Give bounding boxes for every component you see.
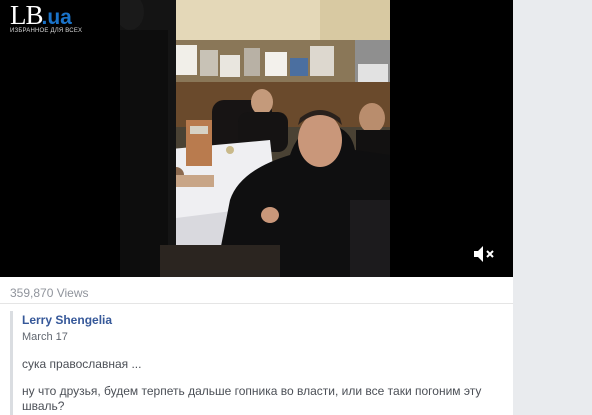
shared-post: Lerry Shengelia March 17 сука православн… [10,311,513,415]
logo-main: LB [10,0,44,30]
post-paragraph: ну что друзья, будем терпеть дальше гопн… [22,384,482,413]
post-paragraph: сука православная ... [22,357,142,371]
logo-tagline: ИЗБРАННОЕ ДЛЯ ВСЕХ [10,28,83,34]
post-date[interactable]: March 17 [22,330,513,344]
author-link[interactable]: Lerry Shengelia [22,313,112,327]
video-frame[interactable] [120,0,390,277]
view-count: 359,870 Views [10,286,89,300]
speaker-muted-icon[interactable] [472,243,496,265]
page: LB.ua ИЗБРАННОЕ ДЛЯ ВСЕХ 359,870 Views L… [0,0,592,415]
channel-logo: LB.ua ИЗБРАННОЕ ДЛЯ ВСЕХ [10,0,83,35]
post-card: LB.ua ИЗБРАННОЕ ДЛЯ ВСЕХ 359,870 Views L… [0,0,513,415]
logo-suffix: .ua [41,6,72,29]
divider [0,303,513,304]
video-player[interactable]: LB.ua ИЗБРАННОЕ ДЛЯ ВСЕХ [0,0,513,277]
video-still [120,0,390,277]
